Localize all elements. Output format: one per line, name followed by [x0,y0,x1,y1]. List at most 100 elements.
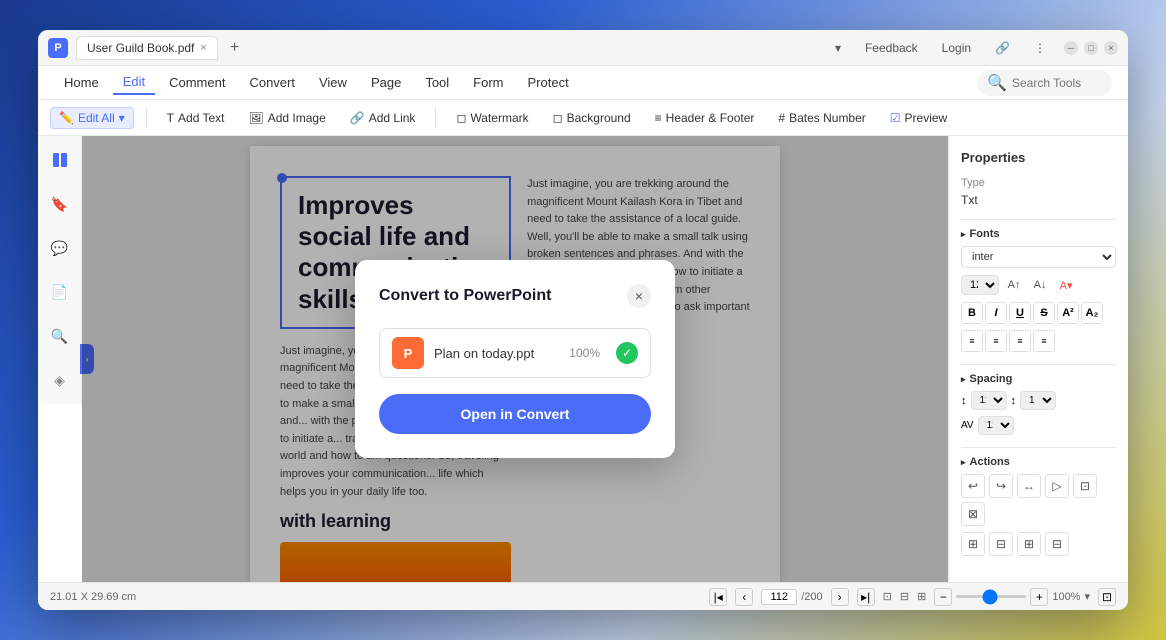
type-section: Type Txt [961,177,1116,207]
format-btns: B I U S A² A₂ [961,302,1116,324]
spacing-mid-select[interactable]: 12 [978,416,1014,435]
actions-label: Actions [961,456,1116,468]
open-in-convert-btn[interactable]: Open in Convert [379,394,651,434]
spacing-before-select[interactable]: 12 [971,391,1007,410]
dropdown-arrow[interactable]: ▾ [829,39,847,57]
sidebar-icon-layout[interactable] [46,146,74,174]
share-icon[interactable]: 🔗 [989,39,1016,57]
superscript-btn[interactable]: A² [1057,302,1079,324]
new-tab-btn[interactable]: + [230,39,239,57]
sidebar-icon-layers[interactable]: ◈ [46,366,74,394]
tab-close-btn[interactable]: × [200,42,206,54]
strikethrough-btn[interactable]: S [1033,302,1055,324]
fonts-label: Fonts [961,228,1116,240]
login-btn[interactable]: Login [936,39,977,57]
align-right-btn[interactable]: ≡ [1009,330,1031,352]
font-decrease-btn[interactable]: A↓ [1029,274,1051,296]
page-total: /200 [801,591,822,603]
add-link-btn[interactable]: 🔗 Add Link [342,108,424,128]
flip-h-btn[interactable]: ↔ [1017,474,1041,498]
subscript-btn[interactable]: A₂ [1081,302,1103,324]
file-progress: 100% [569,346,600,360]
nav-next-btn[interactable]: › [831,588,849,606]
font-increase-btn[interactable]: A↑ [1003,274,1025,296]
modal-close-btn[interactable]: × [627,284,651,308]
watermark-btn[interactable]: ◻ Watermark [448,108,536,128]
nav-last-btn[interactable]: ▸| [857,588,875,606]
redo-btn[interactable]: ↪ [989,474,1013,498]
edit-all-btn[interactable]: ✏️ Edit All ▾ [50,107,134,129]
document-tab[interactable]: User Guild Book.pdf × [76,36,218,60]
align-center-btn[interactable]: ≡ [985,330,1007,352]
align-panel-btn[interactable]: ⊟ [1045,532,1069,556]
page-input[interactable] [761,589,797,605]
actions-section: Actions ↩ ↪ ↔ ▷ ⊡ ⊠ ⊞ ⊟ ⊞ ⊟ [961,456,1116,556]
crop-btn[interactable]: ⊡ [1073,474,1097,498]
feedback-btn[interactable]: Feedback [859,39,924,57]
av-label: AV [961,420,974,431]
menu-comment[interactable]: Comment [159,71,235,94]
font-select[interactable]: inter [961,246,1116,268]
title-bar: P User Guild Book.pdf × + ▾ Feedback Log… [38,30,1128,66]
undo-btn[interactable]: ↩ [961,474,985,498]
document-area: Improves social life and communication s… [82,136,948,582]
nav-prev-btn[interactable]: ‹ [735,588,753,606]
font-color-btn[interactable]: A▾ [1055,274,1077,296]
menu-view[interactable]: View [309,71,357,94]
distribute-btn[interactable]: ⊟ [989,532,1013,556]
menu-edit[interactable]: Edit [113,70,155,95]
fit-window-btn[interactable]: ⊡ [1098,588,1116,606]
add-text-btn[interactable]: T Add Text [159,108,233,128]
menu-convert[interactable]: Convert [239,71,305,94]
underline-btn[interactable]: U [1009,302,1031,324]
sidebar-icon-bookmark[interactable]: 🔖 [46,190,74,218]
zoom-dropdown-icon[interactable]: ▾ [1084,590,1090,603]
arrange-btn[interactable]: ⊞ [961,532,985,556]
menu-tool[interactable]: Tool [415,71,459,94]
type-value: Txt [961,193,1116,207]
grid-icon[interactable]: ⊞ [917,590,926,603]
spacing-after-select[interactable]: 12 [1020,391,1056,410]
zoom-in-btn[interactable]: + [1030,588,1048,606]
menu-form[interactable]: Form [463,71,513,94]
bold-btn[interactable]: B [961,302,983,324]
left-sidebar: 🔖 💬 📄 🔍 ◈ [38,136,82,404]
sidebar-icon-page[interactable]: 📄 [46,278,74,306]
page-navigation: /200 [761,589,822,605]
main-area: 🔖 💬 📄 🔍 ◈ › Improves social life and com… [38,136,1128,582]
search-input[interactable] [1012,76,1102,90]
sidebar-icon-search[interactable]: 🔍 [46,322,74,350]
image-icon: 🖼 [249,111,264,125]
add-image-btn[interactable]: 🖼 Add Image [241,108,334,128]
spacing-before-icon: ↕ [961,395,967,407]
spacing-mid-controls: AV 12 [961,416,1116,435]
nav-first-btn[interactable]: |◂ [709,588,727,606]
maximize-btn[interactable]: □ [1084,41,1098,55]
font-size-select[interactable]: 12 [961,275,999,295]
bates-icon: # [778,111,785,125]
view-options-icon[interactable]: ⊡ [883,590,892,603]
zoom-out-btn[interactable]: − [934,588,952,606]
align-justify-btn[interactable]: ≡ [1033,330,1055,352]
sidebar-icon-comment[interactable]: 💬 [46,234,74,262]
spacing-section: Spacing ↕ 12 ↕ 12 AV 12 [961,373,1116,435]
replace-btn[interactable]: ⊠ [961,502,985,526]
close-btn[interactable]: × [1104,41,1118,55]
menu-page[interactable]: Page [361,71,411,94]
minimize-btn[interactable]: ─ [1064,41,1078,55]
menu-home[interactable]: Home [54,71,109,94]
header-footer-btn[interactable]: ≡ Header & Footer [647,108,763,128]
flip-v-btn[interactable]: ▷ [1045,474,1069,498]
bates-number-btn[interactable]: # Bates Number [770,108,873,128]
align-left-btn[interactable]: ≡ [961,330,983,352]
dropdown-icon: ▾ [119,111,125,125]
preview-btn[interactable]: ☑ Preview [882,108,955,128]
italic-btn[interactable]: I [985,302,1007,324]
more-options-icon[interactable]: ⋮ [1028,39,1052,57]
background-btn[interactable]: ◻ Background [545,108,639,128]
layout-icon[interactable]: ⊟ [900,590,909,603]
more-arrange-btn[interactable]: ⊞ [1017,532,1041,556]
menu-protect[interactable]: Protect [518,71,579,94]
zoom-slider[interactable] [956,595,1026,598]
zoom-level: 100% [1052,591,1080,603]
